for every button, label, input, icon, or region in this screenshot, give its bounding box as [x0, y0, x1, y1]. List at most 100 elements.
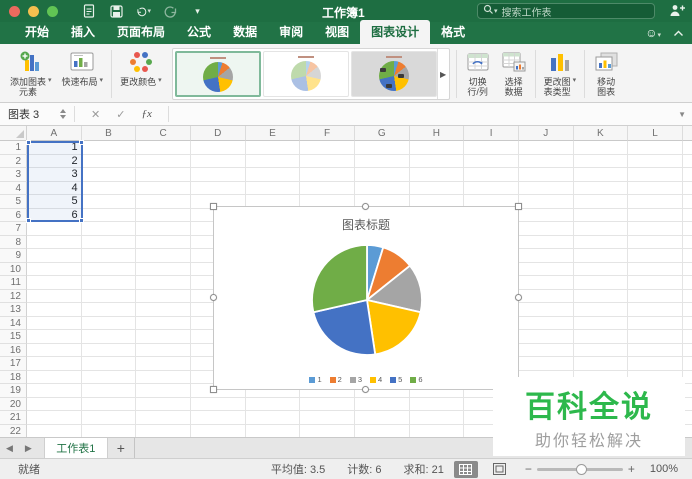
cell-L2[interactable]	[628, 154, 683, 168]
cell-B22[interactable]	[82, 424, 137, 437]
row-header-16[interactable]: 16	[0, 343, 27, 357]
cell-L13[interactable]	[628, 303, 683, 317]
cell-B9[interactable]	[81, 249, 137, 263]
row-header-3[interactable]: 3	[0, 168, 27, 182]
cell-J12[interactable]	[518, 289, 574, 303]
cell-J5[interactable]	[518, 195, 574, 209]
cell-A6[interactable]: 6	[27, 208, 82, 222]
cell-C11[interactable]	[136, 276, 191, 290]
cell-A9[interactable]	[27, 249, 82, 263]
cell-B4[interactable]	[81, 181, 137, 195]
feedback-smiley-icon[interactable]: ☺▾	[645, 26, 661, 40]
pie-plot-area[interactable]	[310, 243, 424, 357]
toolbar-options-icon[interactable]: ▾	[190, 4, 205, 18]
cell-B1[interactable]	[81, 141, 137, 155]
cell-E22[interactable]	[246, 424, 301, 437]
cancel-icon[interactable]: ✕	[91, 108, 100, 121]
cell-A7[interactable]	[27, 222, 82, 236]
cell-K6[interactable]	[573, 208, 629, 222]
cell-K4[interactable]	[573, 181, 629, 195]
cell-L17[interactable]	[628, 357, 683, 371]
cell-E21[interactable]	[245, 411, 301, 425]
chart-resize-handle[interactable]	[515, 203, 522, 210]
cell-C18[interactable]	[136, 370, 191, 384]
cell-J7[interactable]	[518, 222, 574, 236]
cell-K15[interactable]	[573, 330, 629, 344]
cell-E3[interactable]	[245, 168, 301, 182]
tab-数据[interactable]: 数据	[222, 20, 268, 44]
cell-K1[interactable]	[573, 141, 629, 155]
name-box[interactable]: 图表 3	[0, 106, 58, 122]
cell-E20[interactable]	[245, 397, 301, 411]
cell-C9[interactable]	[136, 249, 191, 263]
cell-L3[interactable]	[628, 168, 683, 182]
cell-A16[interactable]	[27, 343, 82, 357]
cell-B3[interactable]	[81, 168, 137, 182]
change-colors-button[interactable]: 更改颜色 ▾	[116, 48, 166, 88]
cell-C6[interactable]	[136, 208, 191, 222]
share-icon[interactable]	[668, 3, 686, 23]
select-data-button[interactable]: 选择 数据	[497, 48, 531, 99]
tab-页面布局[interactable]: 页面布局	[106, 20, 176, 44]
chart-resize-handle[interactable]	[362, 203, 369, 210]
cell-J2[interactable]	[518, 154, 574, 168]
column-header-A[interactable]: A	[27, 126, 82, 141]
tab-视图[interactable]: 视图	[314, 20, 360, 44]
cell-L4[interactable]	[628, 181, 683, 195]
cell-A21[interactable]	[27, 411, 82, 425]
column-header-H[interactable]: H	[409, 126, 465, 141]
cell-J9[interactable]	[518, 249, 574, 263]
cell-K16[interactable]	[573, 343, 629, 357]
cell-B6[interactable]	[81, 208, 137, 222]
search-scope-caret[interactable]: ▾	[494, 7, 498, 15]
cell-L9[interactable]	[628, 249, 683, 263]
cell-F22[interactable]	[300, 424, 355, 437]
cell-L16[interactable]	[628, 343, 683, 357]
legend-item-6[interactable]: 6	[410, 375, 423, 384]
zoom-in-button[interactable]: +	[623, 462, 640, 476]
row-header-22[interactable]: 22	[0, 424, 27, 437]
cell-I4[interactable]	[464, 181, 519, 195]
cell-G3[interactable]	[354, 168, 410, 182]
pie-chart-object[interactable]: 图表标题 123456	[210, 203, 522, 393]
row-header-14[interactable]: 14	[0, 316, 27, 330]
cell-J6[interactable]	[518, 208, 574, 222]
cell-B21[interactable]	[81, 411, 137, 425]
cell-H2[interactable]	[409, 154, 465, 168]
cell-C14[interactable]	[136, 316, 191, 330]
cell-K3[interactable]	[573, 168, 629, 182]
cell-H4[interactable]	[409, 181, 465, 195]
cell-D20[interactable]	[190, 397, 246, 411]
move-chart-button[interactable]: 移动 图表	[589, 48, 623, 99]
cell-K9[interactable]	[573, 249, 629, 263]
cell-K13[interactable]	[573, 303, 629, 317]
row-header-20[interactable]: 20	[0, 397, 27, 411]
cell-A4[interactable]: 4	[27, 181, 82, 195]
cell-B17[interactable]	[81, 357, 137, 371]
column-header-D[interactable]: D	[190, 126, 246, 141]
cell-A8[interactable]	[27, 235, 82, 249]
row-header-7[interactable]: 7	[0, 222, 27, 236]
zoom-slider[interactable]	[536, 463, 623, 475]
cell-F2[interactable]	[300, 154, 355, 168]
cell-A12[interactable]	[27, 289, 82, 303]
minimize-window-button[interactable]	[28, 5, 39, 17]
cell-H21[interactable]	[409, 411, 465, 425]
cell-L14[interactable]	[628, 316, 683, 330]
cell-L1[interactable]	[628, 141, 683, 155]
cell-B15[interactable]	[81, 330, 137, 344]
cell-B20[interactable]	[81, 397, 137, 411]
cell-H20[interactable]	[409, 397, 465, 411]
cell-A10[interactable]	[27, 262, 82, 276]
cell-B14[interactable]	[81, 316, 137, 330]
zoom-slider-thumb[interactable]	[575, 463, 587, 475]
cell-C7[interactable]	[136, 222, 191, 236]
cell-K5[interactable]	[573, 195, 629, 209]
cell-E1[interactable]	[245, 141, 301, 155]
cell-C3[interactable]	[136, 168, 191, 182]
chart-title[interactable]: 图表标题	[214, 216, 518, 233]
cell-L15[interactable]	[628, 330, 683, 344]
column-header-G[interactable]: G	[354, 126, 410, 141]
cell-C1[interactable]	[136, 141, 191, 155]
cell-E4[interactable]	[245, 181, 301, 195]
